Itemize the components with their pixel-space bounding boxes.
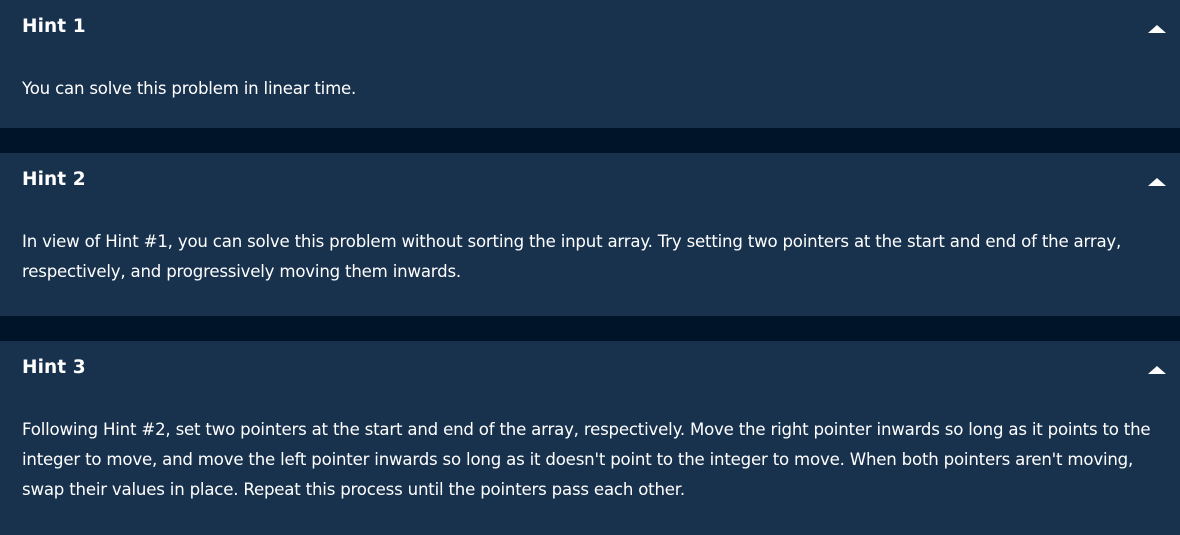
hint-text: In view of Hint #1, you can solve this p… bbox=[22, 232, 1122, 281]
hint-title: Hint 2 bbox=[22, 169, 86, 190]
hint-panel: Hint 3 Following Hint #2, set two pointe… bbox=[0, 341, 1180, 535]
hints-list: Hint 1 You can solve this problem in lin… bbox=[0, 0, 1180, 535]
caret-up-icon[interactable] bbox=[1147, 174, 1167, 188]
caret-up-icon[interactable] bbox=[1147, 21, 1167, 35]
hint-text: Following Hint #2, set two pointers at t… bbox=[22, 420, 1151, 499]
hint-panel: Hint 2 In view of Hint #1, you can solve… bbox=[0, 153, 1180, 316]
hint-text: You can solve this problem in linear tim… bbox=[22, 79, 357, 98]
hint-header[interactable]: Hint 1 bbox=[0, 0, 1180, 56]
caret-up-icon[interactable] bbox=[1147, 362, 1167, 376]
hint-title: Hint 1 bbox=[22, 16, 86, 37]
hint-title: Hint 3 bbox=[22, 357, 86, 378]
hint-panel: Hint 1 You can solve this problem in lin… bbox=[0, 0, 1180, 128]
hint-header[interactable]: Hint 2 bbox=[0, 153, 1180, 209]
hint-header[interactable]: Hint 3 bbox=[0, 341, 1180, 397]
